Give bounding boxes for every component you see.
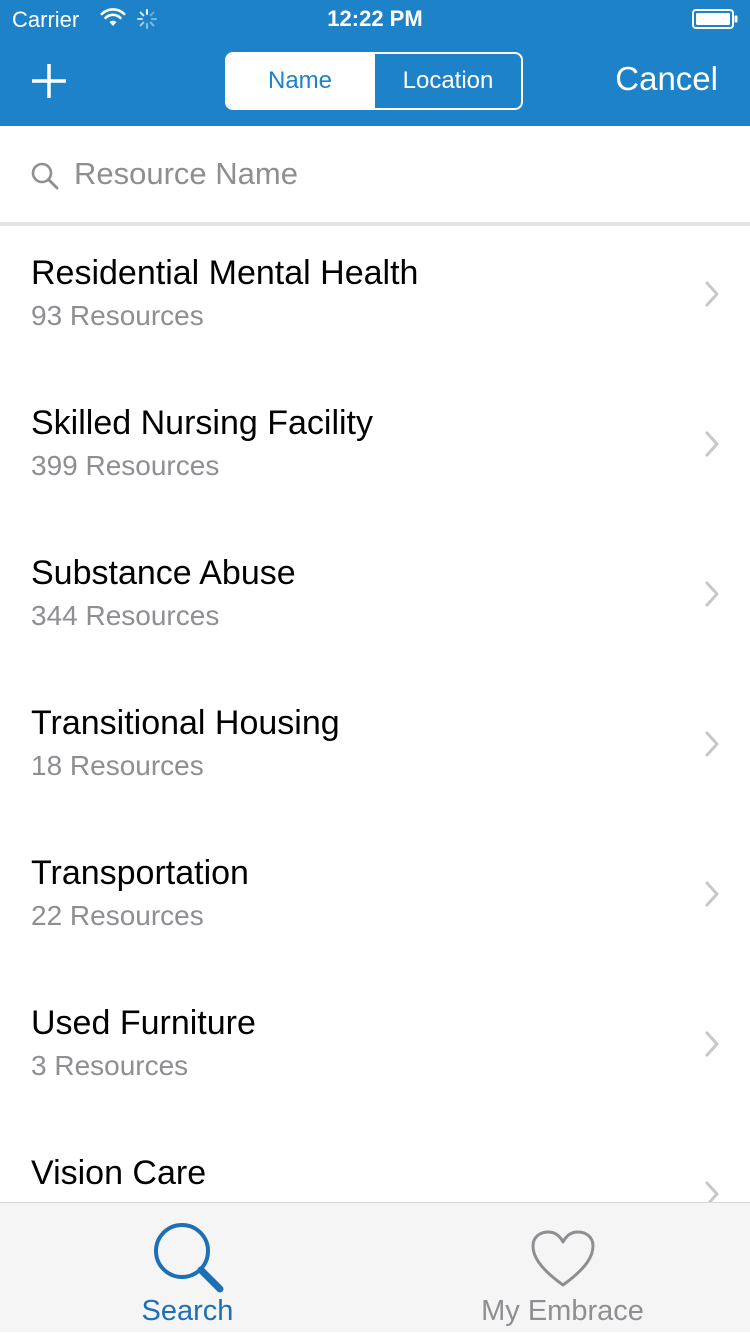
battery-icon bbox=[692, 9, 738, 29]
item-count: 3 Resources bbox=[31, 1050, 189, 1081]
list-item[interactable]: Transportation 22 Resources bbox=[0, 826, 750, 976]
status-bar: Carrier 12:22 PM bbox=[0, 0, 750, 40]
search-input[interactable] bbox=[74, 150, 714, 198]
list-item[interactable]: Transitional Housing 18 Resources bbox=[0, 676, 750, 826]
search-icon bbox=[31, 162, 59, 190]
nav-header: Carrier 12:22 PM Name Location Cancel bbox=[0, 0, 750, 126]
tab-bar: Search My Embrace bbox=[0, 1202, 750, 1332]
chevron-right-icon bbox=[705, 281, 719, 307]
list-item[interactable]: Substance Abuse 344 Resources bbox=[0, 526, 750, 676]
chevron-right-icon bbox=[705, 431, 719, 457]
segment-location[interactable]: Location bbox=[373, 54, 521, 108]
search-bar bbox=[0, 126, 750, 226]
item-title: Vision Care bbox=[31, 1154, 207, 1192]
list-item[interactable]: Skilled Nursing Facility 399 Resources bbox=[0, 376, 750, 526]
plus-icon bbox=[32, 64, 66, 98]
item-count: 22 Resources bbox=[31, 900, 204, 931]
item-title: Substance Abuse bbox=[31, 554, 296, 592]
item-title: Used Furniture bbox=[31, 1004, 256, 1042]
status-time: 12:22 PM bbox=[327, 6, 423, 31]
chevron-right-icon bbox=[705, 881, 719, 907]
item-title: Transportation bbox=[31, 854, 249, 892]
item-title: Transitional Housing bbox=[31, 704, 340, 742]
list-item[interactable]: Used Furniture 3 Resources bbox=[0, 976, 750, 1126]
item-count: 399 Resources bbox=[31, 450, 220, 481]
chevron-right-icon bbox=[705, 1031, 719, 1057]
tab-my-embrace[interactable]: My Embrace bbox=[375, 1203, 750, 1333]
chevron-right-icon bbox=[705, 581, 719, 607]
search-icon bbox=[153, 1223, 223, 1293]
heart-icon bbox=[531, 1230, 594, 1287]
list-item[interactable]: Vision Care bbox=[0, 1126, 750, 1202]
search-mode-segmented-control: Name Location bbox=[225, 52, 523, 110]
item-count: 18 Resources bbox=[31, 750, 204, 781]
add-button[interactable] bbox=[26, 58, 72, 104]
cancel-button[interactable]: Cancel bbox=[615, 60, 718, 98]
item-count: 344 Resources bbox=[31, 600, 220, 631]
tab-search[interactable]: Search bbox=[0, 1203, 375, 1333]
tab-label: Search bbox=[141, 1295, 234, 1327]
segment-name[interactable]: Name bbox=[227, 54, 373, 108]
tab-label: My Embrace bbox=[481, 1295, 644, 1327]
chevron-right-icon bbox=[705, 731, 719, 757]
item-title: Skilled Nursing Facility bbox=[31, 404, 373, 442]
list-item[interactable]: Residential Mental Health 93 Resources bbox=[0, 226, 750, 376]
chevron-right-icon bbox=[705, 1181, 719, 1202]
resource-category-list: Residential Mental Health 93 Resources S… bbox=[0, 226, 750, 1202]
item-count: 93 Resources bbox=[31, 300, 204, 331]
item-title: Residential Mental Health bbox=[31, 254, 419, 292]
